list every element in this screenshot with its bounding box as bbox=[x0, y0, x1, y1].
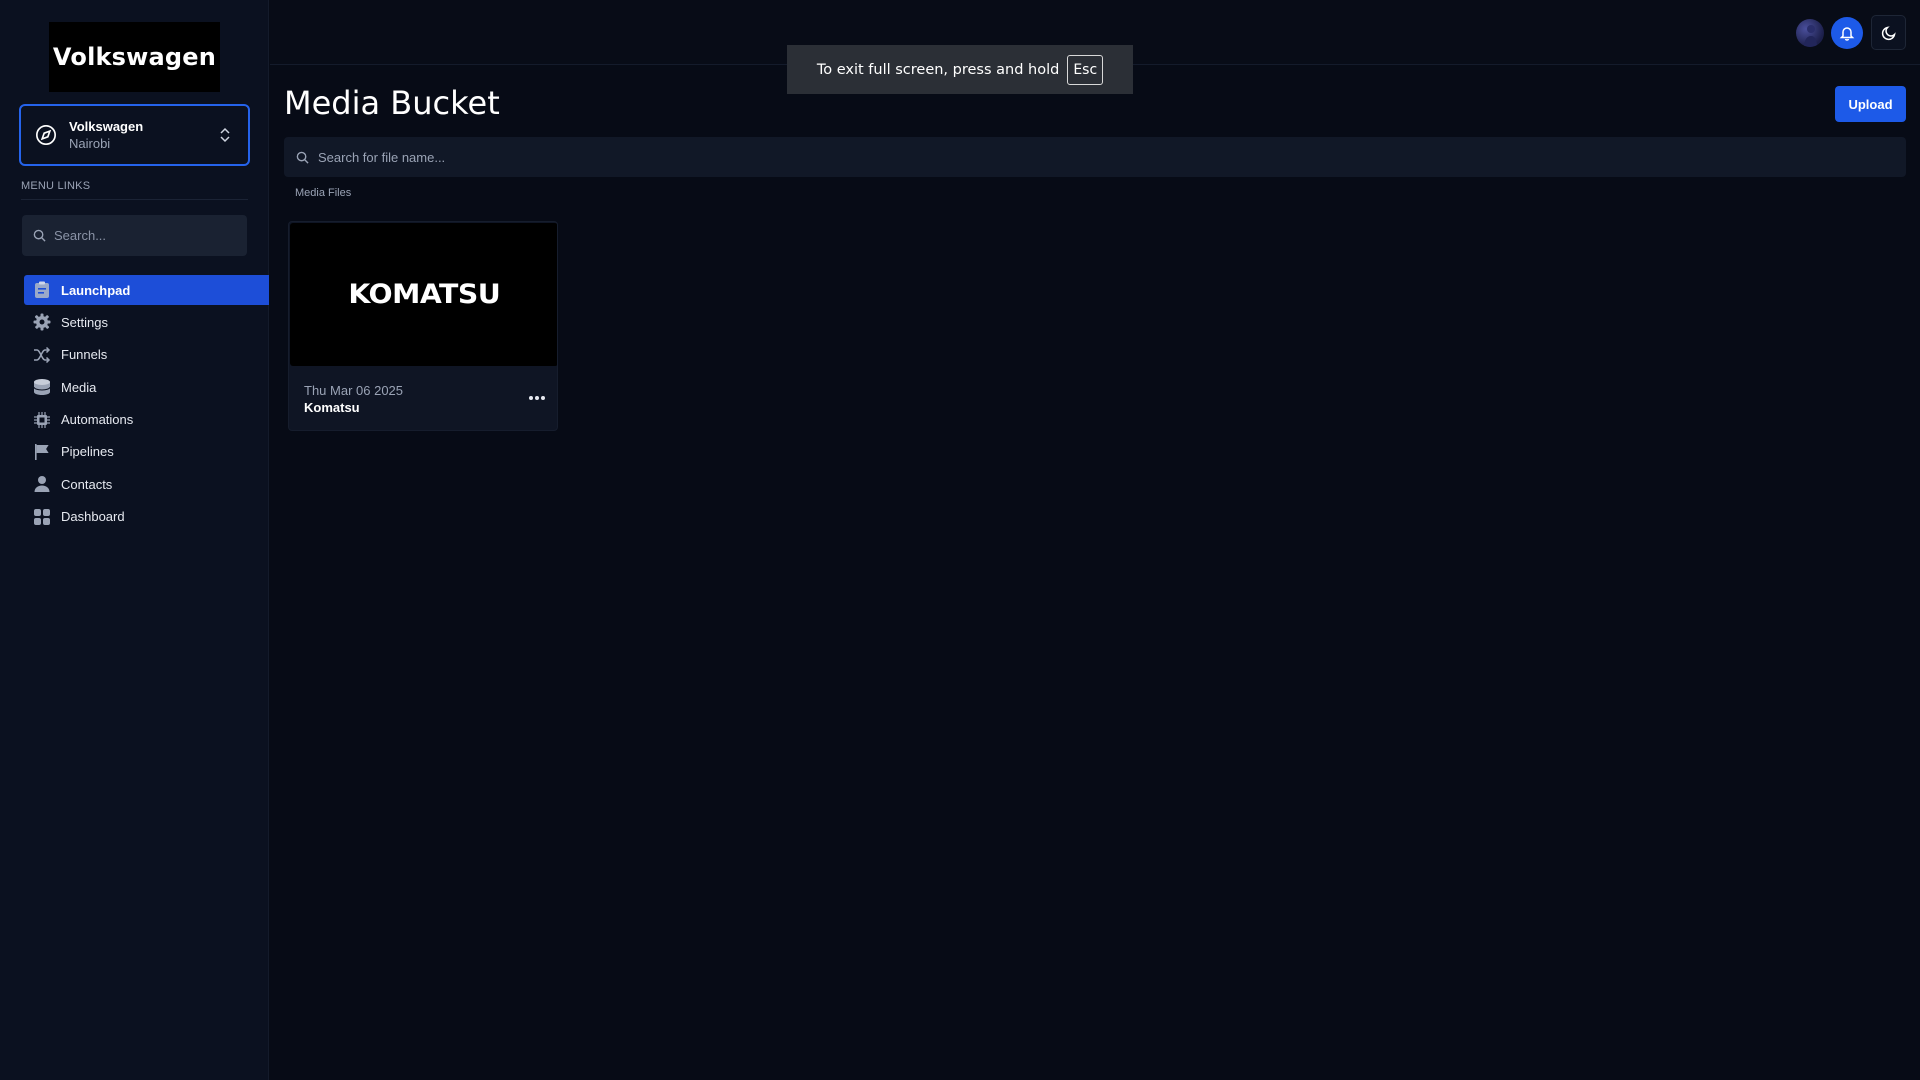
sidebar-item-settings[interactable]: Settings bbox=[24, 307, 269, 337]
account-location: Nairobi bbox=[69, 136, 111, 151]
flag-icon bbox=[33, 443, 51, 461]
media-thumbnail[interactable]: KOMATSU bbox=[290, 223, 557, 366]
sidebar-item-label: Media bbox=[61, 379, 97, 395]
sidebar-item-contacts[interactable]: Contacts bbox=[24, 469, 269, 499]
bell-icon bbox=[1839, 27, 1855, 41]
sidebar-search-input[interactable] bbox=[54, 228, 234, 243]
sidebar-search[interactable] bbox=[22, 215, 247, 256]
file-search[interactable] bbox=[284, 137, 1906, 177]
sidebar-item-label: Dashboard bbox=[61, 509, 125, 525]
media-file-date: Thu Mar 06 2025 bbox=[304, 383, 404, 398]
notifications-button[interactable] bbox=[1831, 17, 1863, 49]
account-info: Volkswagen Nairobi bbox=[69, 118, 218, 152]
sidebar-item-automations[interactable]: Automations bbox=[24, 405, 269, 435]
file-search-input[interactable] bbox=[318, 149, 1818, 165]
moon-icon bbox=[1881, 25, 1896, 40]
grid-icon bbox=[33, 508, 51, 526]
esc-key: Esc bbox=[1067, 54, 1104, 85]
sidebar: Volkswagen Volkswagen Nairobi MENU LINKS bbox=[0, 0, 269, 1080]
brand-logo: Volkswagen bbox=[49, 22, 220, 92]
account-name: Volkswagen bbox=[69, 119, 144, 134]
sidebar-nav: Launchpad Settings Funnels Media Automat… bbox=[24, 275, 269, 534]
more-options-button[interactable] bbox=[522, 383, 552, 413]
sidebar-item-dashboard[interactable]: Dashboard bbox=[24, 502, 269, 532]
menu-links-label: MENU LINKS bbox=[21, 180, 91, 192]
media-file-name: Komatsu bbox=[304, 400, 360, 415]
fullscreen-toast-text: To exit full screen, press and hold bbox=[816, 61, 1060, 78]
ellipsis-icon bbox=[529, 396, 545, 400]
cpu-icon bbox=[33, 411, 51, 429]
app-root: Volkswagen Volkswagen Nairobi MENU LINKS bbox=[0, 0, 1920, 1080]
page-title: Media Bucket bbox=[284, 84, 500, 122]
chevron-up-down-icon bbox=[220, 127, 230, 143]
user-avatar[interactable] bbox=[1796, 19, 1824, 47]
gear-icon bbox=[33, 313, 51, 331]
sidebar-item-pipelines[interactable]: Pipelines bbox=[24, 437, 269, 467]
database-icon bbox=[33, 378, 51, 396]
sidebar-item-label: Pipelines bbox=[61, 444, 114, 460]
search-icon bbox=[33, 229, 46, 242]
clipboard-icon bbox=[33, 281, 51, 299]
sidebar-item-media[interactable]: Media bbox=[24, 372, 269, 402]
search-icon bbox=[296, 151, 309, 164]
media-file-card[interactable]: KOMATSU Thu Mar 06 2025 Komatsu bbox=[288, 221, 558, 431]
menu-divider bbox=[21, 199, 248, 200]
sidebar-item-label: Contacts bbox=[61, 476, 113, 492]
sidebar-item-funnels[interactable]: Funnels bbox=[24, 340, 269, 370]
sidebar-item-label: Launchpad bbox=[61, 282, 131, 298]
sidebar-item-label: Automations bbox=[61, 412, 134, 428]
komatsu-logo: KOMATSU bbox=[348, 279, 500, 310]
sidebar-item-label: Funnels bbox=[61, 347, 108, 363]
upload-button[interactable]: Upload bbox=[1835, 86, 1906, 122]
compass-icon bbox=[36, 125, 56, 145]
fullscreen-exit-toast: To exit full screen, press and hold Esc bbox=[787, 45, 1133, 94]
shuffle-icon bbox=[33, 346, 51, 364]
sidebar-item-launchpad[interactable]: Launchpad bbox=[24, 275, 269, 305]
user-icon bbox=[33, 475, 51, 493]
brand-logo-text: Volkswagen bbox=[52, 43, 217, 71]
account-switcher[interactable]: Volkswagen Nairobi bbox=[19, 104, 250, 166]
media-files-label: Media Files bbox=[295, 187, 352, 199]
theme-toggle-button[interactable] bbox=[1871, 15, 1906, 50]
sidebar-item-label: Settings bbox=[61, 314, 108, 330]
